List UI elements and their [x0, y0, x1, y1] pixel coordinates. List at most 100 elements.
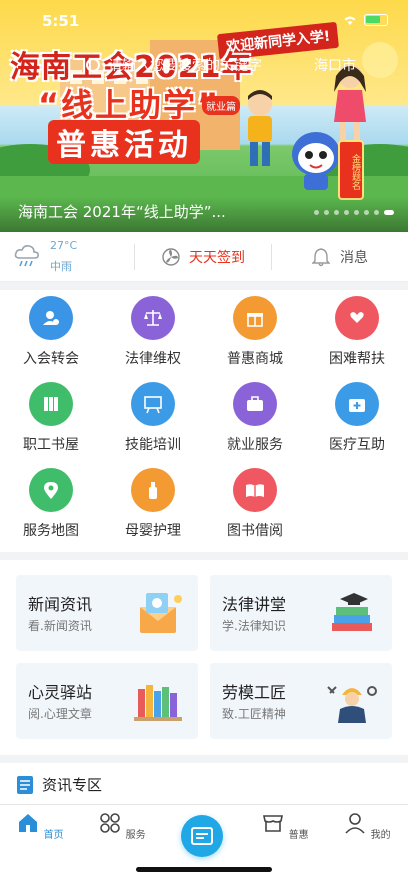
blackboard-icon [131, 382, 175, 426]
user-icon [345, 813, 366, 834]
carousel-dot-active [384, 210, 394, 215]
carousel-dot [364, 210, 369, 215]
service-item-10[interactable]: 图书借阅 [204, 468, 306, 548]
tab-label: 首页 [43, 830, 64, 841]
card-model-worker[interactable]: 劳模工匠 致.工匠精神 [210, 663, 392, 739]
section-separator [0, 755, 408, 763]
weather-widget[interactable]: 27°C 中雨 [0, 232, 134, 281]
news-section-header: 资讯专区 [16, 774, 102, 795]
bottom-tab-bar: 首页 服务 普惠 我的 [0, 804, 408, 883]
worker-icon [327, 686, 377, 723]
tab-label: 服务 [125, 830, 146, 841]
checkin-label: 天天签到 [189, 249, 245, 266]
service-item-0[interactable]: 入会转会 [0, 296, 102, 376]
banner-tag: 就业篇 [202, 96, 240, 115]
banner-title-line3: 普惠活动 [48, 120, 200, 164]
section-separator [0, 282, 408, 290]
rain-cloud-icon [14, 245, 39, 267]
carousel-dot [314, 210, 319, 215]
tab-label: 普惠 [288, 830, 309, 841]
tab-label: 我的 [370, 830, 391, 841]
status-bar: 5:51 [0, 12, 408, 32]
service-item-5[interactable]: 技能培训 [102, 382, 204, 462]
card-subtitle: 看.新闻资讯 [28, 619, 92, 633]
card-news[interactable]: 新闻资讯 看.新闻资讯 [16, 575, 198, 651]
service-item-9[interactable]: 母婴护理 [102, 468, 204, 548]
service-label: 困难帮扶 [329, 351, 385, 367]
service-item-3[interactable]: 困难帮扶 [306, 296, 408, 376]
graduation-books-icon [332, 593, 372, 631]
messages-label: 消息 [340, 249, 368, 266]
daily-checkin-button[interactable]: 天天签到 [135, 247, 271, 267]
service-item-4[interactable]: 职工书屋 [0, 382, 102, 462]
banner-caption: 海南工会 2021年“线上助学”... [18, 203, 226, 221]
heart-hands-icon [335, 296, 379, 340]
service-label: 就业服务 [227, 437, 283, 453]
wifi-icon [344, 16, 356, 25]
bell-icon [312, 247, 330, 266]
service-label: 医疗互助 [329, 437, 385, 453]
banner-carousel[interactable]: 5:51 欢迎新同学入学! 海南工会2021年 “线上助学” 就业篇 普惠活动 … [0, 0, 408, 232]
briefcase-icon [233, 382, 277, 426]
member-add-icon [29, 296, 73, 340]
search-bar[interactable]: 请输入您要搜索的关键字 海口市 [12, 50, 396, 80]
bookshelf-icon [134, 685, 182, 721]
fan-icon [162, 247, 180, 266]
service-label: 职工书屋 [23, 437, 79, 453]
open-book-icon [233, 468, 277, 512]
weather-condition: 中雨 [50, 260, 72, 273]
service-label: 母婴护理 [125, 523, 181, 539]
carousel-indicator [314, 210, 394, 215]
tab-service[interactable]: 服务 [92, 811, 152, 841]
carousel-dot [354, 210, 359, 215]
card-title: 新闻资讯 [28, 595, 93, 614]
service-item-7[interactable]: 医疗互助 [306, 382, 408, 462]
medical-kit-icon [335, 382, 379, 426]
search-placeholder[interactable]: 请输入您要搜索的关键字 [108, 55, 262, 75]
card-subtitle: 阅.心理文章 [28, 707, 92, 721]
tab-home[interactable]: 首页 [10, 811, 70, 841]
books-icon [29, 382, 73, 426]
service-label: 图书借阅 [227, 523, 283, 539]
home-indicator [136, 867, 272, 872]
mascot-illustration [292, 132, 340, 190]
info-bar: 27°C 中雨 天天签到 消息 [0, 232, 408, 282]
card-subtitle: 致.工匠精神 [222, 707, 286, 721]
boy-illustration [248, 90, 272, 166]
grid-icon [100, 813, 121, 833]
bottle-icon [131, 468, 175, 512]
tab-benefits[interactable]: 普惠 [255, 811, 315, 841]
service-label: 入会转会 [23, 351, 79, 367]
service-item-8[interactable]: 服务地图 [0, 468, 102, 548]
banner-sign: 金榜题名 [338, 140, 364, 200]
service-label: 普惠商城 [227, 351, 283, 367]
section-separator [0, 552, 408, 560]
search-icon [86, 58, 100, 72]
carousel-dot [344, 210, 349, 215]
status-time: 5:51 [42, 12, 80, 30]
carousel-dot [334, 210, 339, 215]
service-label: 服务地图 [23, 523, 79, 539]
card-mind[interactable]: 心灵驿站 阅.心理文章 [16, 663, 198, 739]
card-title: 劳模工匠 [222, 683, 287, 702]
city-selector[interactable]: 海口市 [314, 55, 356, 75]
service-label: 技能培训 [125, 437, 181, 453]
service-item-2[interactable]: 普惠商城 [204, 296, 306, 376]
center-action-button[interactable] [181, 815, 223, 857]
scale-icon [131, 296, 175, 340]
card-subtitle: 学.法律知识 [222, 619, 286, 633]
news-section-title: 资讯专区 [42, 776, 103, 794]
messages-button[interactable]: 消息 [272, 247, 408, 267]
service-item-1[interactable]: 法律维权 [102, 296, 204, 376]
document-icon [17, 775, 33, 794]
card-icon [191, 827, 213, 845]
home-icon [19, 814, 38, 832]
tab-mine[interactable]: 我的 [337, 811, 397, 841]
shop-icon [263, 815, 284, 832]
service-item-6[interactable]: 就业服务 [204, 382, 306, 462]
card-law[interactable]: 法律讲堂 学.法律知识 [210, 575, 392, 651]
card-title: 心灵驿站 [28, 683, 93, 702]
battery-icon [364, 14, 388, 26]
card-title: 法律讲堂 [222, 595, 287, 614]
temperature: 27°C [50, 239, 78, 252]
